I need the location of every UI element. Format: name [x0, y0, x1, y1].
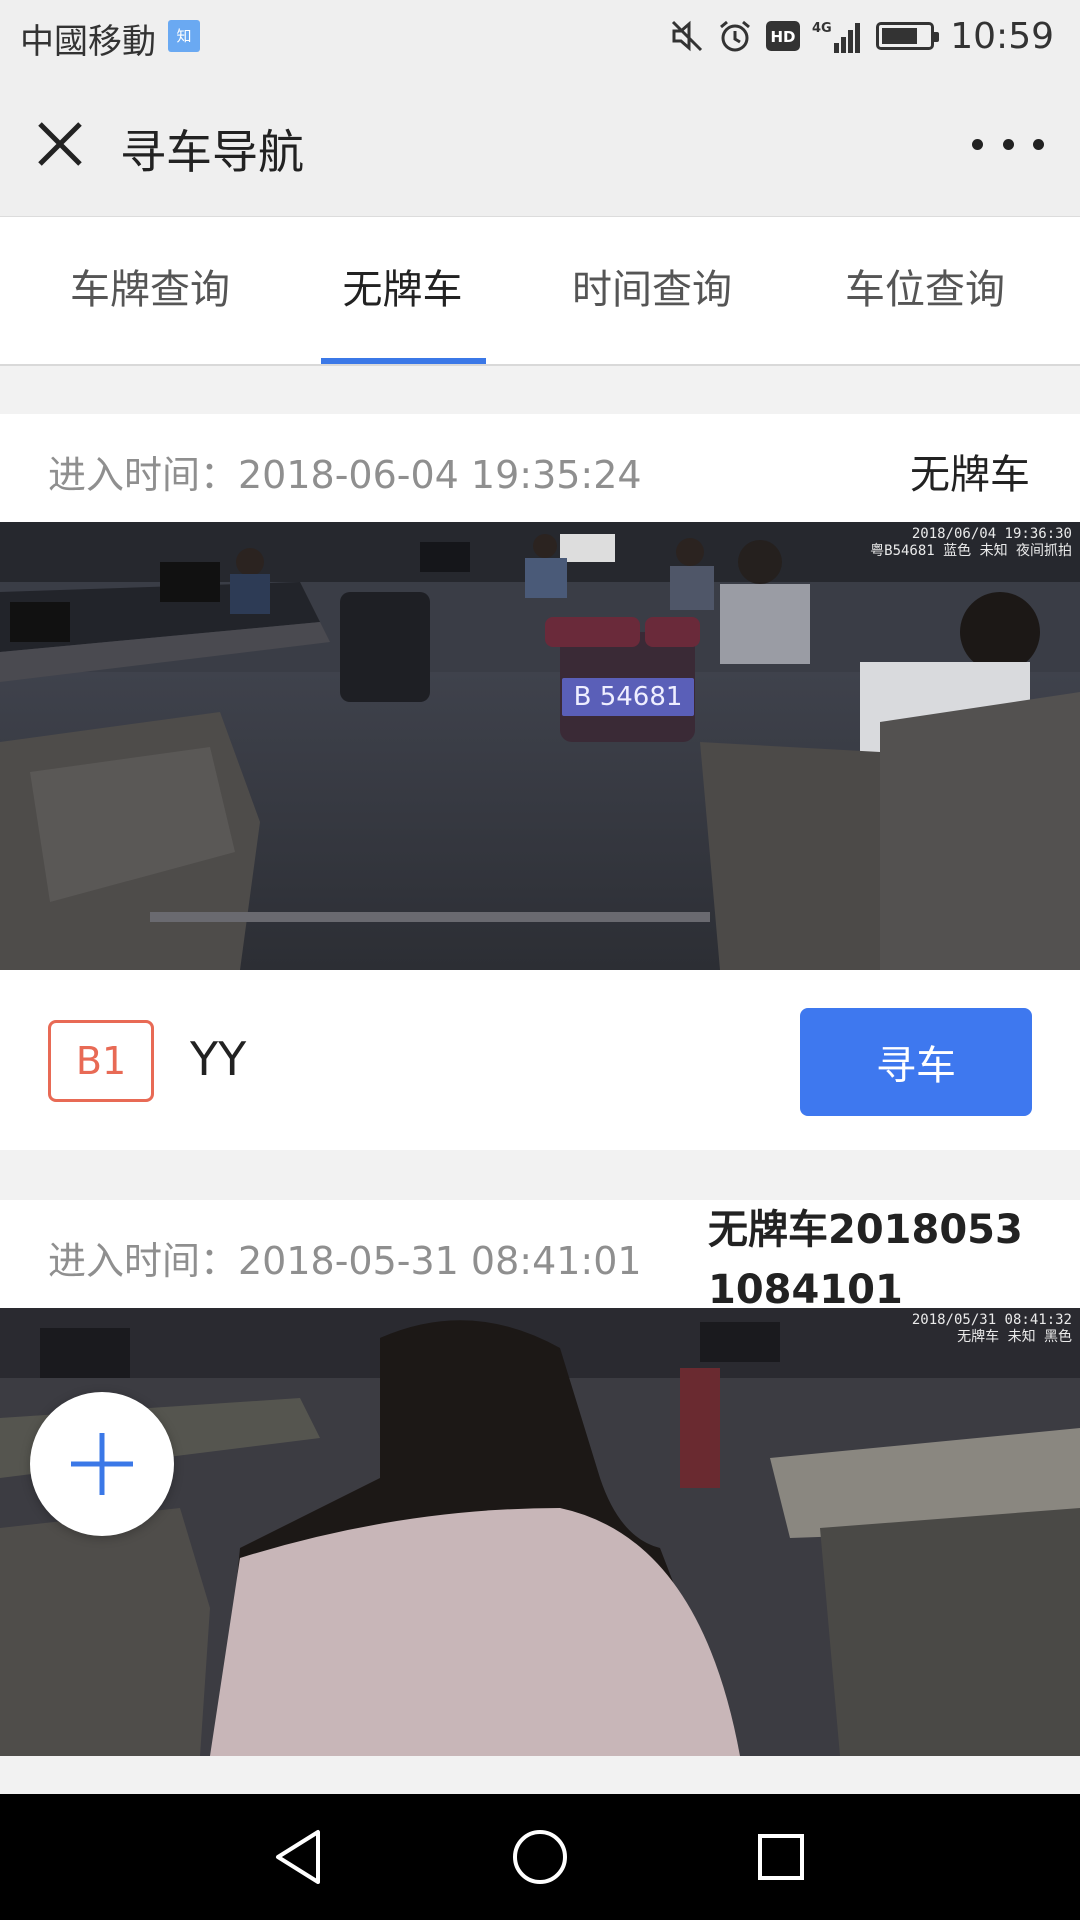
back-icon[interactable]	[266, 1824, 332, 1890]
more-icon[interactable]	[972, 116, 1044, 172]
status-bar: 中國移動 知 HD 4G 10:59	[0, 0, 1080, 72]
carrier-name: 中國移動	[20, 22, 156, 62]
hd-icon: HD	[764, 17, 802, 55]
page-title: 寻车导航	[120, 125, 304, 179]
record-footer: B1 YY 寻车	[0, 970, 1080, 1150]
find-car-button[interactable]: 寻车	[800, 1008, 1032, 1116]
app-notification-icon: 知	[168, 20, 200, 52]
svg-text:4G: 4G	[812, 21, 832, 36]
plate-label: 无牌车	[910, 452, 1030, 498]
entry-time: 进入时间：2018-06-04 19:35:24	[48, 453, 642, 497]
camera-timestamp: 2018/05/31 08:41:32 无牌车 未知 黑色	[911, 1312, 1072, 1345]
home-icon[interactable]	[507, 1824, 573, 1890]
svg-text:HD: HD	[771, 28, 796, 46]
recents-icon[interactable]	[748, 1824, 814, 1890]
tab-space-search[interactable]: 车位查询	[815, 217, 1035, 364]
camera-timestamp: 2018/06/04 19:36:30 粤B54681 蓝色 未知 夜间抓拍	[870, 526, 1072, 559]
tab-time-search[interactable]: 时间查询	[542, 217, 762, 364]
system-nav-bar	[0, 1794, 1080, 1920]
tab-unlicensed[interactable]: 无牌车	[295, 217, 510, 364]
tab-bar: 车牌查询 无牌车 时间查询 车位查询	[0, 217, 1080, 366]
photo-plate: B 54681	[562, 678, 694, 716]
status-icons: HD 4G 10:59	[668, 10, 1054, 62]
plate-label: 无牌车20180531084101	[708, 1207, 1023, 1313]
floor-badge: B1	[48, 1020, 154, 1102]
record-header: 进入时间：2018-06-04 19:35:24 无牌车	[0, 414, 1080, 522]
vehicle-photo[interactable]: B 54681 2018/06/04 19:36:30 粤B54681 蓝色 未…	[0, 522, 1080, 970]
plus-icon	[71, 1433, 133, 1495]
add-button[interactable]	[30, 1392, 174, 1536]
clock: 10:59	[950, 15, 1054, 57]
mute-icon	[668, 17, 706, 55]
battery-icon	[876, 22, 940, 50]
title-bar: 寻车导航	[0, 72, 1080, 217]
entry-time: 进入时间：2018-05-31 08:41:01	[48, 1239, 642, 1283]
record-card: 进入时间：2018-06-04 19:35:24 无牌车 B 54681 201…	[0, 414, 1080, 1150]
spot-code: YY	[190, 1032, 247, 1086]
active-tab-indicator	[321, 358, 486, 364]
close-icon[interactable]	[30, 114, 90, 174]
tab-plate-search[interactable]: 车牌查询	[40, 217, 260, 364]
alarm-icon	[716, 17, 754, 55]
record-header: 进入时间：2018-05-31 08:41:01 无牌车201805310841…	[0, 1200, 1080, 1313]
vehicle-photo[interactable]: 2018/05/31 08:41:32 无牌车 未知 黑色	[0, 1308, 1080, 1756]
signal-icon: 4G	[812, 17, 866, 55]
